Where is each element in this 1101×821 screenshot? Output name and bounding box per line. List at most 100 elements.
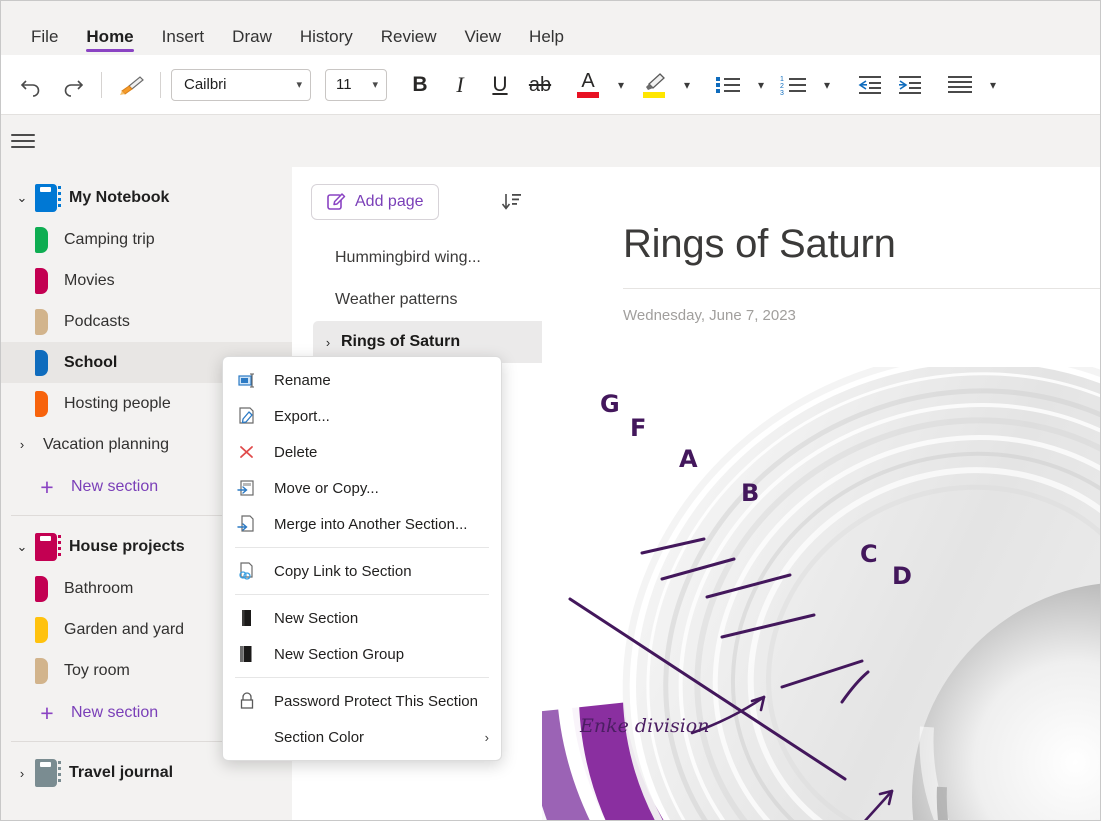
section-color-swatch bbox=[35, 309, 48, 335]
paintbrush-icon bbox=[116, 72, 146, 98]
ribbon-tab-label: Review bbox=[381, 27, 437, 46]
font-color-button[interactable]: A bbox=[569, 67, 607, 103]
context-menu-item-section-color[interactable]: Section Color › bbox=[223, 719, 501, 755]
font-color-letter: A bbox=[581, 71, 594, 91]
ring-label-a: A bbox=[679, 445, 698, 473]
numbered-list-icon: 1 2 3 bbox=[779, 74, 809, 96]
ribbon-tab-label: Draw bbox=[232, 27, 272, 46]
section-label: Camping trip bbox=[64, 231, 155, 249]
page-title: Weather patterns bbox=[335, 291, 457, 309]
bullets-dropdown[interactable]: ▾ bbox=[749, 67, 773, 103]
page-list-item-hummingbird[interactable]: Hummingbird wing... bbox=[313, 237, 542, 279]
font-color-swatch bbox=[577, 92, 599, 98]
bold-button[interactable]: B bbox=[401, 67, 439, 103]
section-color-swatch bbox=[35, 227, 48, 253]
ring-label-b: B bbox=[741, 479, 759, 507]
redo-button[interactable] bbox=[53, 67, 91, 103]
context-menu-item-new-section[interactable]: New Section bbox=[223, 600, 501, 636]
underline-icon: U bbox=[492, 74, 507, 95]
section-label: Bathroom bbox=[64, 580, 133, 598]
chevron-down-icon: ▾ bbox=[618, 78, 624, 92]
chevron-down-icon: ▾ bbox=[758, 78, 764, 92]
underline-button[interactable]: U bbox=[481, 67, 519, 103]
font-size-select[interactable]: 11 ▾ bbox=[325, 69, 387, 101]
plus-icon: + bbox=[35, 700, 59, 727]
increase-indent-button[interactable] bbox=[891, 67, 929, 103]
context-menu-separator bbox=[235, 547, 489, 548]
decrease-indent-icon bbox=[855, 74, 885, 96]
highlight-dropdown[interactable]: ▾ bbox=[675, 67, 699, 103]
ribbon-tab-review[interactable]: Review bbox=[367, 28, 451, 55]
strikethrough-button[interactable]: ab bbox=[521, 67, 559, 103]
format-painter-button[interactable] bbox=[112, 67, 150, 103]
enke-division-label: Enke division bbox=[580, 715, 709, 737]
notebook-header-my-notebook[interactable]: ⌄ My Notebook bbox=[1, 177, 292, 219]
font-color-dropdown[interactable]: ▾ bbox=[609, 67, 633, 103]
onenote-window: File Home Insert Draw History Review Vie… bbox=[0, 0, 1101, 821]
decrease-indent-button[interactable] bbox=[851, 67, 889, 103]
section-label: Garden and yard bbox=[64, 621, 184, 639]
ring-label-c: C bbox=[860, 540, 878, 568]
navigation-strip bbox=[1, 115, 1101, 167]
highlight-button[interactable] bbox=[635, 67, 673, 103]
notebook-title: My Notebook bbox=[69, 189, 169, 207]
sort-pages-button[interactable] bbox=[494, 185, 528, 219]
sidebar-section-movies[interactable]: Movies bbox=[1, 260, 292, 301]
font-family-select[interactable]: Cailbri ▾ bbox=[171, 69, 311, 101]
ribbon-tab-label: History bbox=[300, 27, 353, 46]
hamburger-line bbox=[11, 140, 35, 142]
ribbon-tab-insert[interactable]: Insert bbox=[148, 28, 219, 55]
context-menu-label: New Section Group bbox=[274, 646, 404, 663]
lock-icon bbox=[237, 691, 265, 711]
export-icon bbox=[237, 406, 265, 426]
numbering-dropdown[interactable]: ▾ bbox=[815, 67, 839, 103]
sidebar-section-camping-trip[interactable]: Camping trip bbox=[1, 219, 292, 260]
hamburger-menu-button[interactable] bbox=[11, 129, 35, 153]
move-copy-icon bbox=[237, 478, 265, 498]
chevron-down-icon: ▾ bbox=[824, 78, 830, 92]
ribbon-tab-help[interactable]: Help bbox=[515, 28, 578, 55]
context-menu-item-move-or-copy[interactable]: Move or Copy... bbox=[223, 470, 501, 506]
context-menu-item-new-section-group[interactable]: New Section Group bbox=[223, 636, 501, 672]
svg-text:2: 2 bbox=[780, 83, 784, 90]
ribbon-tab-file[interactable]: File bbox=[17, 28, 72, 55]
ribbon-tab-home[interactable]: Home bbox=[72, 28, 147, 55]
ribbon-tab-label: Home bbox=[86, 27, 133, 46]
chevron-down-icon: ▾ bbox=[990, 78, 996, 92]
ribbon-tab-history[interactable]: History bbox=[286, 28, 367, 55]
context-menu-item-password-protect-this-section[interactable]: Password Protect This Section bbox=[223, 683, 501, 719]
italic-icon: I bbox=[456, 74, 463, 96]
add-page-label: Add page bbox=[355, 193, 424, 211]
ring-label-g: G bbox=[600, 390, 620, 418]
rename-icon bbox=[237, 370, 265, 390]
highlight-swatch bbox=[643, 92, 665, 98]
new-section-group-icon bbox=[237, 644, 265, 664]
context-menu-label: Section Color bbox=[274, 729, 364, 746]
numbering-button[interactable]: 1 2 3 bbox=[775, 67, 813, 103]
saturn-rings-illustration: G F A B C D Enke division bbox=[542, 367, 1101, 821]
page-canvas[interactable]: Rings of Saturn Wednesday, June 7, 2023 bbox=[542, 167, 1101, 821]
align-button[interactable] bbox=[941, 67, 979, 103]
context-menu-item-export[interactable]: Export... bbox=[223, 398, 501, 434]
undo-button[interactable] bbox=[13, 67, 51, 103]
page-list-item-weather[interactable]: Weather patterns bbox=[313, 279, 542, 321]
font-family-value: Cailbri bbox=[184, 76, 227, 93]
bullets-button[interactable] bbox=[709, 67, 747, 103]
page-title-heading[interactable]: Rings of Saturn bbox=[623, 222, 896, 267]
context-menu-item-merge-into-another-section[interactable]: Merge into Another Section... bbox=[223, 506, 501, 542]
section-label: Podcasts bbox=[64, 313, 130, 331]
ribbon-tab-label: Insert bbox=[162, 27, 205, 46]
italic-button[interactable]: I bbox=[441, 67, 479, 103]
context-menu-item-rename[interactable]: Rename bbox=[223, 362, 501, 398]
context-menu-item-delete[interactable]: Delete bbox=[223, 434, 501, 470]
add-page-button[interactable]: Add page bbox=[311, 184, 439, 220]
align-dropdown[interactable]: ▾ bbox=[981, 67, 1005, 103]
increase-indent-icon bbox=[895, 74, 925, 96]
ribbon-tab-view[interactable]: View bbox=[451, 28, 516, 55]
context-menu-item-copy-link-to-section[interactable]: Copy Link to Section bbox=[223, 553, 501, 589]
pages-pane-header: Add page bbox=[301, 167, 542, 237]
chevron-down-icon: ⌄ bbox=[9, 190, 35, 206]
ribbon-tab-draw[interactable]: Draw bbox=[218, 28, 286, 55]
sidebar-section-podcasts[interactable]: Podcasts bbox=[1, 301, 292, 342]
font-color-icon: A bbox=[577, 71, 599, 98]
